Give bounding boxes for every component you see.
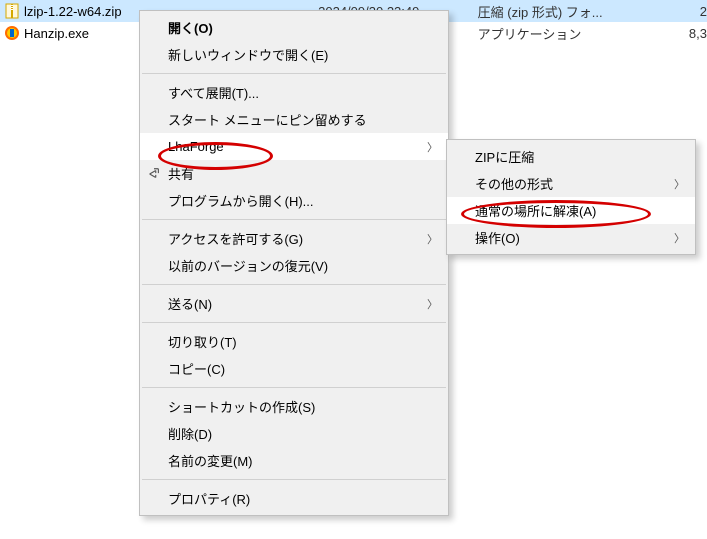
menu-item-label: 通常の場所に解凍(A): [475, 201, 669, 220]
menu-send-to[interactable]: 送る(N) 〉: [140, 290, 448, 317]
menu-item-label: 開く(O): [168, 18, 422, 37]
menu-separator: [142, 387, 446, 388]
menu-item-label: 切り取り(T): [168, 332, 422, 351]
menu-item-label: すべて展開(T)...: [168, 83, 422, 102]
menu-item-label: 新しいウィンドウで開く(E): [168, 45, 422, 64]
menu-item-label: 以前のバージョンの復元(V): [168, 256, 422, 275]
zip-file-icon: [4, 3, 20, 19]
lhaforge-submenu: ZIPに圧縮 その他の形式 〉 通常の場所に解凍(A) 操作(O) 〉: [446, 139, 696, 255]
submenu-operations[interactable]: 操作(O) 〉: [447, 224, 695, 251]
menu-give-access[interactable]: アクセスを許可する(G) 〉: [140, 225, 448, 252]
menu-separator: [142, 284, 446, 285]
menu-item-label: スタート メニューにピン留めする: [168, 110, 422, 129]
menu-extract-all[interactable]: すべて展開(T)...: [140, 79, 448, 106]
menu-delete[interactable]: 削除(D): [140, 420, 448, 447]
submenu-arrow-icon: 〉: [427, 296, 438, 312]
menu-item-label: 名前の変更(M): [168, 451, 422, 470]
menu-item-label: LhaForge: [168, 139, 422, 154]
menu-separator: [142, 73, 446, 74]
file-size: 8,3: [617, 26, 707, 41]
menu-create-shortcut[interactable]: ショートカットの作成(S): [140, 393, 448, 420]
file-type: 圧縮 (zip 形式) フォ...: [478, 2, 618, 21]
menu-lhaforge[interactable]: LhaForge 〉: [140, 133, 448, 160]
menu-pin-to-start[interactable]: スタート メニューにピン留めする: [140, 106, 448, 133]
file-type: アプリケーション: [478, 24, 618, 43]
menu-share[interactable]: 共有: [140, 160, 448, 187]
submenu-arrow-icon: 〉: [674, 176, 685, 192]
menu-rename[interactable]: 名前の変更(M): [140, 447, 448, 474]
submenu-extract-here[interactable]: 通常の場所に解凍(A): [447, 197, 695, 224]
menu-open-new-window[interactable]: 新しいウィンドウで開く(E): [140, 41, 448, 68]
menu-item-label: 共有: [168, 164, 422, 183]
menu-item-label: 削除(D): [168, 424, 422, 443]
exe-file-icon: [4, 25, 20, 41]
menu-copy[interactable]: コピー(C): [140, 355, 448, 382]
submenu-arrow-icon: 〉: [427, 231, 438, 247]
menu-restore-previous[interactable]: 以前のバージョンの復元(V): [140, 252, 448, 279]
context-menu: 開く(O) 新しいウィンドウで開く(E) すべて展開(T)... スタート メニ…: [139, 10, 449, 516]
menu-item-label: 操作(O): [475, 228, 669, 247]
menu-item-label: ショートカットの作成(S): [168, 397, 422, 416]
menu-separator: [142, 322, 446, 323]
menu-item-label: ZIPに圧縮: [475, 147, 669, 166]
menu-item-label: コピー(C): [168, 359, 422, 378]
menu-item-label: その他の形式: [475, 174, 669, 193]
menu-open-with[interactable]: プログラムから開く(H)...: [140, 187, 448, 214]
submenu-compress-zip[interactable]: ZIPに圧縮: [447, 143, 695, 170]
menu-separator: [142, 479, 446, 480]
menu-cut[interactable]: 切り取り(T): [140, 328, 448, 355]
menu-item-label: プログラムから開く(H)...: [168, 191, 422, 210]
menu-item-label: プロパティ(R): [168, 489, 422, 508]
menu-item-label: 送る(N): [168, 294, 422, 313]
submenu-other-formats[interactable]: その他の形式 〉: [447, 170, 695, 197]
share-icon: [145, 165, 163, 183]
file-size: 2: [617, 4, 707, 19]
submenu-arrow-icon: 〉: [674, 230, 685, 246]
menu-separator: [142, 219, 446, 220]
submenu-arrow-icon: 〉: [427, 139, 438, 155]
menu-item-label: アクセスを許可する(G): [168, 229, 422, 248]
menu-open[interactable]: 開く(O): [140, 14, 448, 41]
menu-properties[interactable]: プロパティ(R): [140, 485, 448, 512]
